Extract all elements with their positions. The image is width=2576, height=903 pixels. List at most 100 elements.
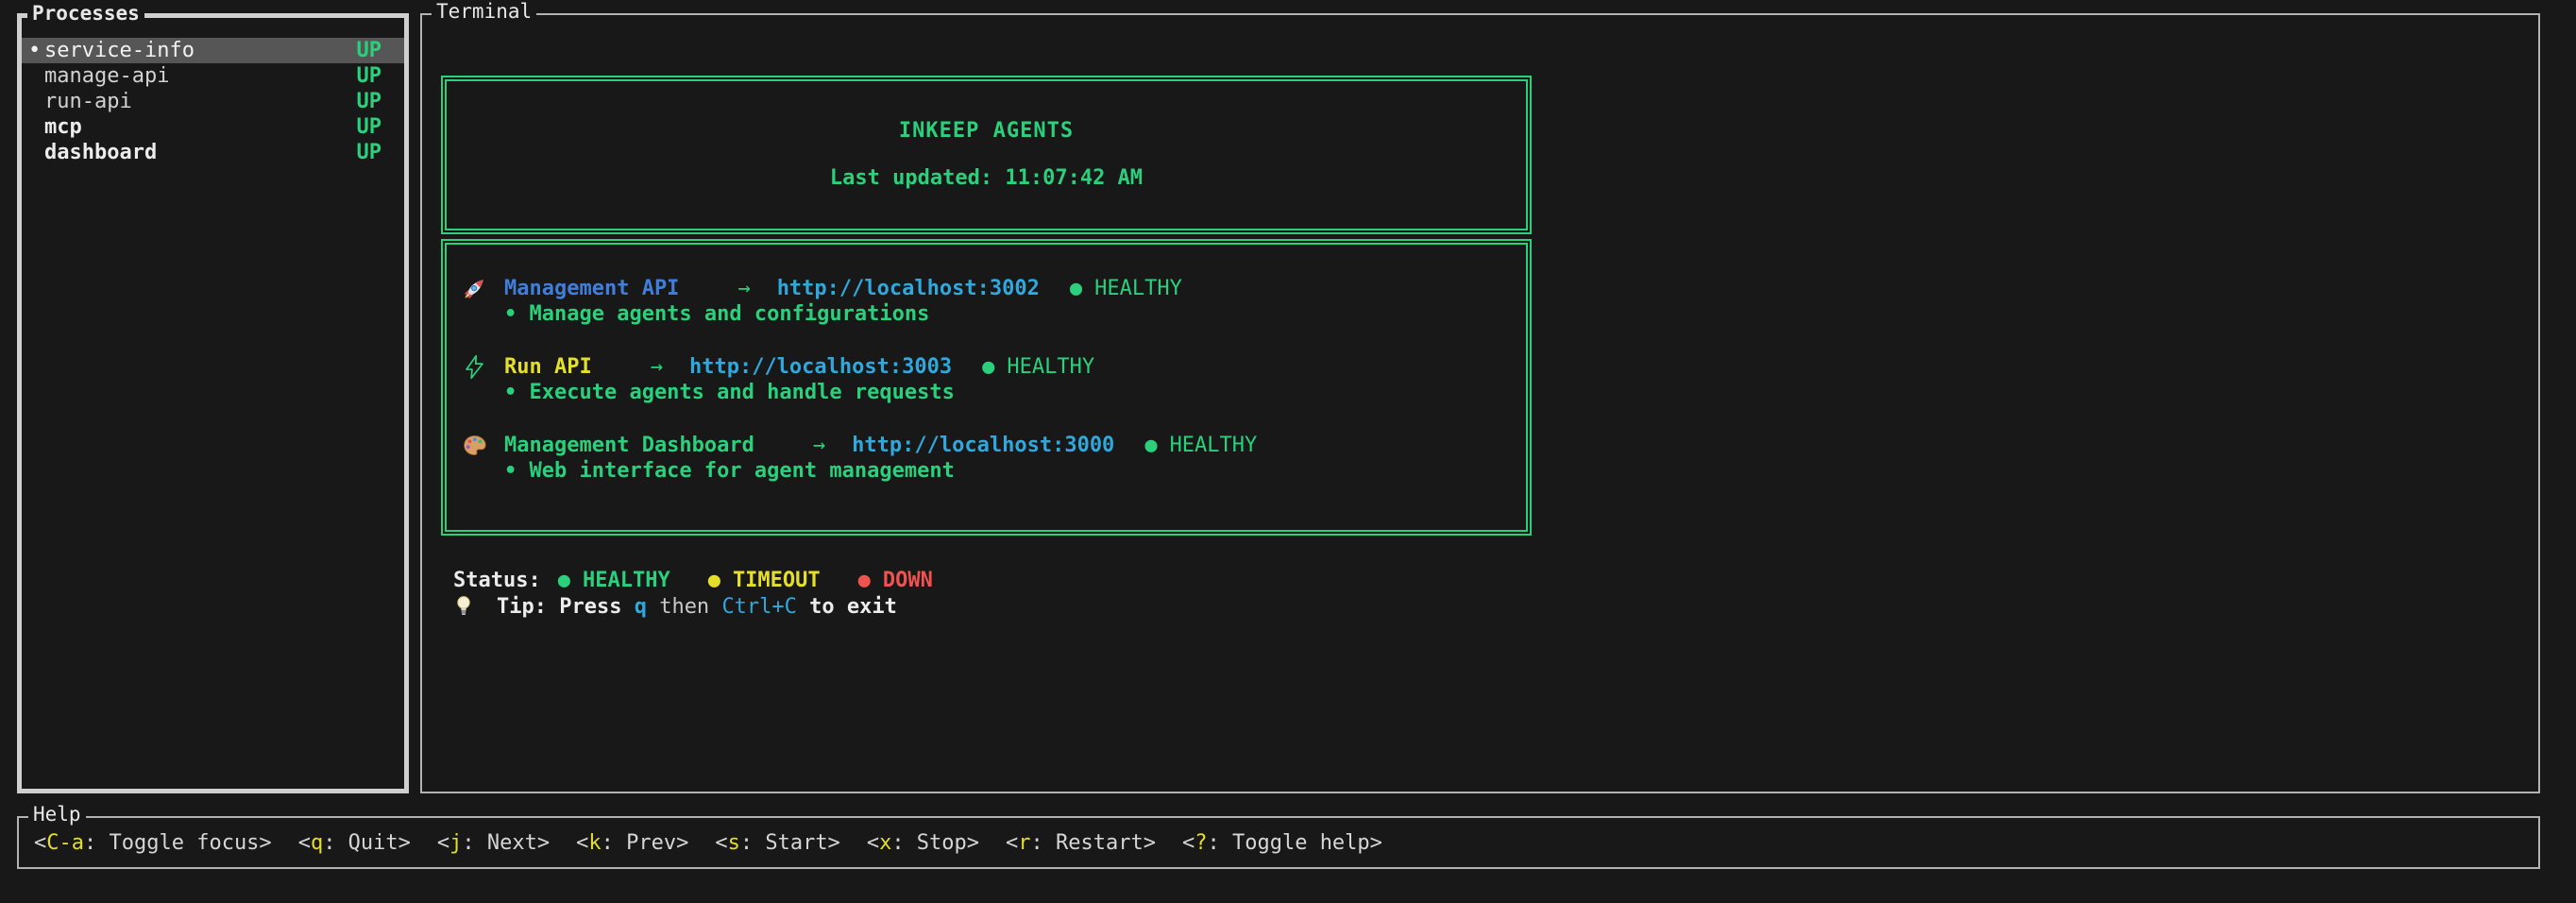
help-item-start: <s: Start> bbox=[715, 831, 839, 855]
health-dot-icon: ● bbox=[1144, 434, 1157, 457]
service-line: Run API → http://localhost:3003 ● HEALTH… bbox=[462, 353, 1530, 380]
help-key: j bbox=[449, 831, 462, 855]
help-key: k bbox=[588, 831, 601, 855]
health-dot-icon: ● bbox=[982, 355, 994, 379]
last-updated-text: Last updated: 11:07:42 AM bbox=[443, 166, 1530, 190]
legend-text: TIMEOUT bbox=[733, 569, 821, 592]
help-key: ? bbox=[1195, 831, 1207, 855]
tip-middle: then bbox=[647, 595, 721, 619]
help-key: x bbox=[879, 831, 891, 855]
service-run-api: Run API → http://localhost:3003 ● HEALTH… bbox=[462, 353, 1530, 406]
service-management-api: Management API → http://localhost:3002 ●… bbox=[462, 275, 1530, 328]
process-row-mcp[interactable]: mcp UP bbox=[22, 114, 404, 140]
bracket: < bbox=[576, 831, 588, 855]
help-label: : Restart> bbox=[1031, 831, 1156, 855]
status-legend-label: Status: bbox=[453, 569, 541, 592]
help-label: : Stop> bbox=[891, 831, 979, 855]
tip-prefix: Tip: Press bbox=[497, 595, 635, 619]
header-box: INKEEP AGENTS Last updated: 11:07:42 AM bbox=[441, 76, 1532, 234]
help-item-toggle-help: <?: Toggle help> bbox=[1182, 831, 1382, 855]
service-label: Management Dashboard bbox=[504, 434, 754, 457]
process-status-badge: UP bbox=[357, 141, 382, 164]
process-list: • service-info UP manage-api UP run-api … bbox=[22, 18, 404, 165]
help-key: C-a bbox=[46, 831, 84, 855]
service-url-link[interactable]: http://localhost:3002 bbox=[777, 277, 1040, 300]
processes-panel-title: Processes bbox=[27, 2, 144, 25]
process-name: dashboard bbox=[44, 141, 157, 164]
legend-text: HEALTHY bbox=[583, 569, 670, 592]
tip-key-q: q bbox=[635, 595, 647, 619]
service-line: Management API → http://localhost:3002 ●… bbox=[462, 275, 1530, 301]
process-row-dashboard[interactable]: dashboard UP bbox=[22, 140, 404, 165]
help-label: : Toggle focus> bbox=[84, 831, 272, 855]
status-legend: Status: ● HEALTHY ● TIMEOUT ● DOWN bbox=[453, 567, 971, 593]
help-label: : Quit> bbox=[323, 831, 411, 855]
help-label: : Toggle help> bbox=[1207, 831, 1381, 855]
process-name: manage-api bbox=[44, 64, 169, 88]
process-status-badge: UP bbox=[357, 90, 382, 113]
processes-panel: Processes • service-info UP manage-api U… bbox=[17, 13, 409, 793]
app-title: INKEEP AGENTS bbox=[443, 119, 1530, 143]
help-item-next: <j: Next> bbox=[437, 831, 550, 855]
selected-bullet-icon bbox=[28, 115, 44, 139]
arrow-right-icon: → bbox=[813, 434, 825, 457]
process-status-badge: UP bbox=[357, 39, 382, 62]
service-url-link[interactable]: http://localhost:3003 bbox=[689, 355, 952, 379]
process-name: mcp bbox=[44, 115, 82, 139]
bracket: < bbox=[867, 831, 879, 855]
bracket: < bbox=[1182, 831, 1195, 855]
legend-text: DOWN bbox=[883, 569, 933, 592]
help-label: : Next> bbox=[462, 831, 550, 855]
process-name: service-info bbox=[44, 39, 195, 62]
down-dot-icon: ● bbox=[858, 569, 871, 592]
selected-bullet-icon bbox=[28, 90, 44, 113]
help-key: q bbox=[311, 831, 323, 855]
help-panel-title: Help bbox=[28, 803, 86, 826]
process-row-run-api[interactable]: run-api UP bbox=[22, 89, 404, 114]
bracket: < bbox=[715, 831, 727, 855]
service-management-dashboard: Management Dashboard → http://localhost:… bbox=[462, 432, 1530, 485]
legend-item-healthy: ● HEALTHY bbox=[558, 569, 670, 592]
bracket: < bbox=[1006, 831, 1018, 855]
help-item-toggle-focus: <C-a: Toggle focus> bbox=[34, 831, 272, 855]
service-health-status: HEALTHY bbox=[1007, 355, 1094, 379]
service-label: Management API bbox=[504, 277, 679, 300]
process-row-manage-api[interactable]: manage-api UP bbox=[22, 63, 404, 89]
legend-item-timeout: ● TIMEOUT bbox=[708, 569, 821, 592]
service-health-status: HEALTHY bbox=[1170, 434, 1258, 457]
bracket: < bbox=[34, 831, 46, 855]
process-status-badge: UP bbox=[357, 115, 382, 139]
terminal-panel: Terminal INKEEP AGENTS Last updated: 11:… bbox=[420, 13, 2540, 793]
legend-item-down: ● DOWN bbox=[858, 569, 933, 592]
rocket-icon bbox=[462, 275, 490, 301]
service-label: Run API bbox=[504, 355, 592, 379]
selected-bullet-icon bbox=[28, 141, 44, 164]
help-label: : Start> bbox=[740, 831, 840, 855]
service-url-link[interactable]: http://localhost:3000 bbox=[852, 434, 1114, 457]
zap-icon bbox=[462, 353, 490, 380]
health-dot-icon: ● bbox=[1070, 277, 1082, 300]
help-key: r bbox=[1018, 831, 1030, 855]
bulb-icon bbox=[453, 593, 478, 620]
app-root: { "colors": { "green": "#2bd07c", "yello… bbox=[0, 0, 2576, 903]
tip-key-ctrl-c: Ctrl+C bbox=[721, 595, 796, 619]
bracket: < bbox=[298, 831, 311, 855]
service-line: Management Dashboard → http://localhost:… bbox=[462, 432, 1530, 458]
help-key: s bbox=[728, 831, 740, 855]
tip-line: Tip: Press q then Ctrl+C to exit bbox=[453, 593, 897, 620]
help-row: <C-a: Toggle focus> <q: Quit> <j: Next> … bbox=[19, 818, 2538, 867]
services-box: Management API → http://localhost:3002 ●… bbox=[441, 239, 1532, 536]
help-panel: Help <C-a: Toggle focus> <q: Quit> <j: N… bbox=[17, 816, 2540, 869]
arrow-right-icon: → bbox=[737, 277, 750, 300]
terminal-panel-title: Terminal bbox=[432, 0, 536, 23]
service-health-status: HEALTHY bbox=[1094, 277, 1182, 300]
process-status-badge: UP bbox=[357, 64, 382, 88]
process-row-service-info[interactable]: • service-info UP bbox=[22, 38, 404, 63]
timeout-dot-icon: ● bbox=[708, 569, 720, 592]
healthy-dot-icon: ● bbox=[558, 569, 570, 592]
selected-bullet-icon: • bbox=[28, 39, 44, 62]
help-item-stop: <x: Stop> bbox=[867, 831, 979, 855]
process-name: run-api bbox=[44, 90, 132, 113]
tip-suffix: to exit bbox=[797, 595, 897, 619]
help-item-quit: <q: Quit> bbox=[298, 831, 411, 855]
